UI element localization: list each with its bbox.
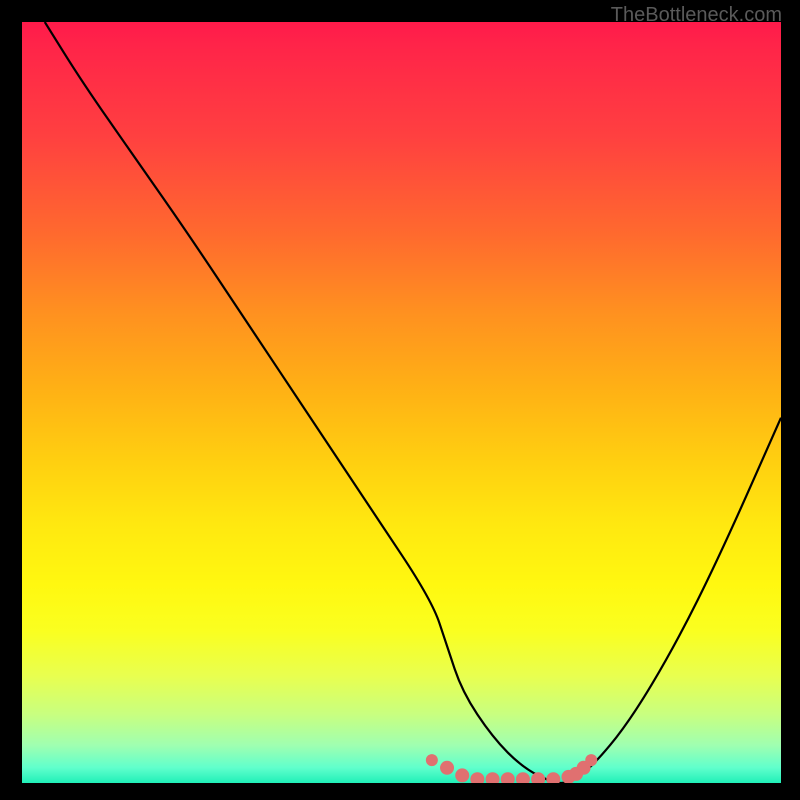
- highlight-dot: [470, 772, 484, 783]
- chart-container: TheBottleneck.com: [0, 0, 800, 800]
- highlight-dot: [455, 768, 469, 782]
- highlight-dot: [585, 754, 597, 766]
- highlight-dot: [486, 772, 500, 783]
- highlight-dot: [440, 761, 454, 775]
- plot-area: [22, 22, 781, 783]
- highlight-dot: [516, 772, 530, 783]
- bottleneck-curve-line: [45, 22, 781, 783]
- highlight-dot: [546, 772, 560, 783]
- highlight-dot: [426, 754, 438, 766]
- chart-svg: [22, 22, 781, 783]
- highlight-dots: [426, 754, 597, 783]
- highlight-dot: [501, 772, 515, 783]
